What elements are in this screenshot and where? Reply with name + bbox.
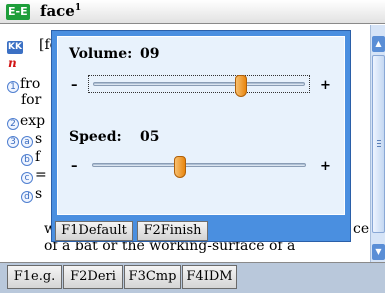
speed-plus-icon[interactable]: + <box>320 159 331 174</box>
subsense-marker-d: d <box>21 191 33 203</box>
derivatives-button[interactable]: F2Deri <box>63 265 123 289</box>
scroll-grip <box>377 143 381 144</box>
sense-line-6: = <box>35 167 47 183</box>
sense-marker-1: 1 <box>7 81 19 93</box>
sense-line-7: s <box>35 186 43 202</box>
scroll-grip <box>377 140 381 141</box>
subsense-marker-a: a <box>21 136 33 148</box>
sense-line-4: s <box>35 131 43 147</box>
part-of-speech: n <box>8 56 17 70</box>
dialog-body: Volume: 09 – + Speed: 05 – + <box>57 36 345 215</box>
volume-slider[interactable] <box>88 75 310 97</box>
sense-line-3: exp <box>20 113 46 129</box>
sense-line-5: f <box>35 149 41 165</box>
volume-minus-icon[interactable]: – <box>71 78 78 93</box>
idioms-button[interactable]: F4IDM <box>182 265 237 289</box>
speed-slider-track <box>92 163 306 167</box>
volume-slider-track <box>93 82 305 86</box>
scroll-thumb[interactable] <box>372 55 385 233</box>
default-button[interactable]: F1Default <box>55 221 133 241</box>
header-bar: E-E face1 <box>0 0 385 24</box>
function-key-bar: F1e.g. F2Deri F3Cmp F4IDM <box>0 262 385 293</box>
sense-marker-3: 3 <box>7 136 19 148</box>
subsense-marker-c: c <box>21 172 33 184</box>
speed-value: 05 <box>140 129 160 145</box>
sense-line-8-right: ce <box>353 221 369 237</box>
sense-line-2: for <box>21 92 42 108</box>
volume-slider-thumb[interactable] <box>234 75 247 97</box>
compounds-button[interactable]: F3Cmp <box>124 265 181 289</box>
subsense-marker-b: b <box>21 154 33 166</box>
headword: face1 <box>40 2 82 20</box>
speed-slider[interactable] <box>88 156 310 178</box>
scroll-grip <box>377 146 381 147</box>
mode-tag[interactable]: E-E <box>6 4 30 20</box>
scroll-down-icon[interactable]: ▼ <box>372 244 385 260</box>
speed-label: Speed: <box>69 129 122 145</box>
sense-line-1: fro <box>20 76 41 92</box>
audio-settings-dialog: Volume: 09 – + Speed: 05 – + F1Default F… <box>51 30 351 242</box>
examples-button[interactable]: F1e.g. <box>7 265 62 289</box>
sense-marker-2: 2 <box>7 118 19 130</box>
vertical-scrollbar[interactable]: ▲ ▼ <box>370 25 385 262</box>
speed-slider-thumb[interactable] <box>173 156 186 178</box>
scroll-up-icon[interactable]: ▲ <box>372 36 385 52</box>
volume-plus-icon[interactable]: + <box>320 78 331 93</box>
finish-button[interactable]: F2Finish <box>137 221 208 241</box>
pronunciation-tag: KK <box>7 41 23 54</box>
speed-minus-icon[interactable]: – <box>71 159 78 174</box>
volume-value: 09 <box>140 46 160 62</box>
volume-label: Volume: <box>69 46 133 62</box>
